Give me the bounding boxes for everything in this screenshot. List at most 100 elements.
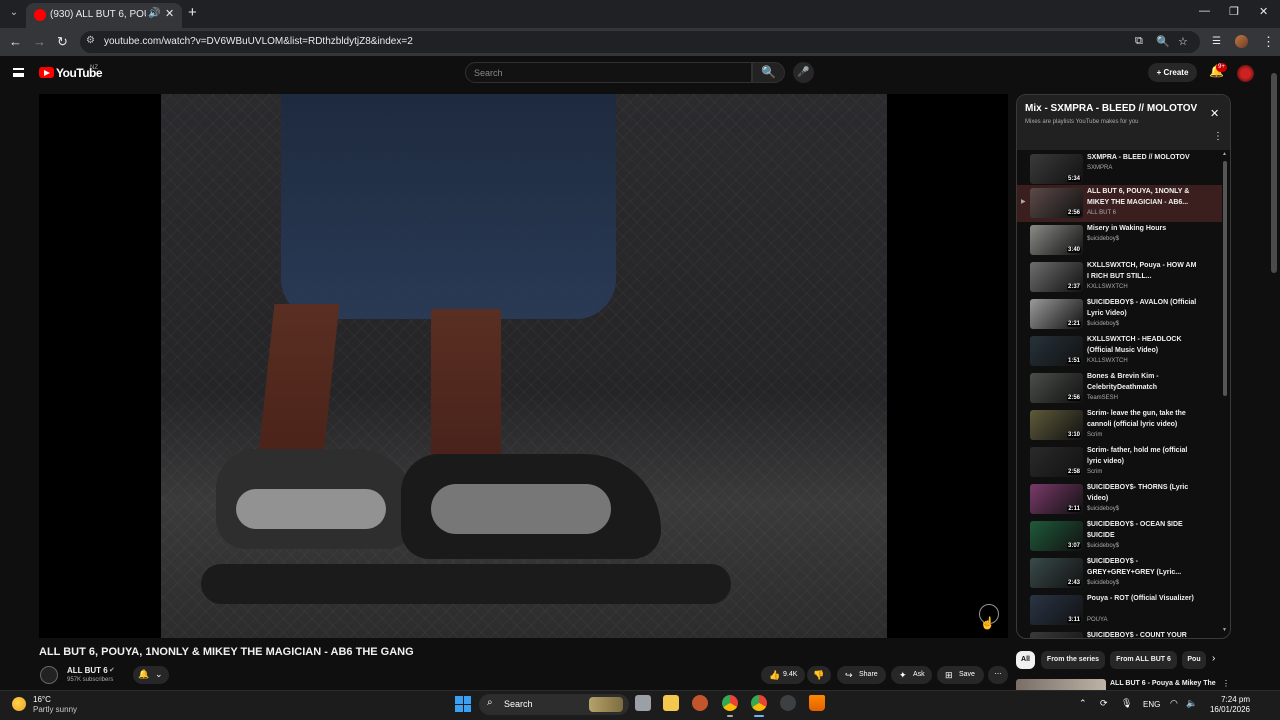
chip-from-channel[interactable]: From ALL BUT 6 [1110, 651, 1177, 669]
chrome-active-icon[interactable] [751, 695, 767, 711]
item-thumbnail[interactable]: 2:21 [1030, 299, 1083, 329]
scroll-down-icon[interactable]: ▼ [1222, 627, 1227, 633]
save-button[interactable]: ⊞ Save [937, 666, 984, 684]
profile-avatar[interactable] [1235, 35, 1248, 48]
clock-time[interactable]: 7:24 pm [1210, 695, 1250, 704]
new-tab-button[interactable]: + [188, 4, 197, 21]
channel-name[interactable]: ALL BUT 6 [67, 666, 108, 675]
mix-list-item[interactable]: ▶ 2:56 ALL BUT 6, POUYA, 1NONLY & MIKEY TH… [1017, 185, 1222, 222]
site-info-icon[interactable]: ⚙ [86, 35, 95, 46]
ask-button[interactable]: ✦ Ask [891, 666, 932, 684]
mix-scrollbar-thumb[interactable] [1223, 161, 1227, 396]
microphone-icon[interactable]: 🎙 [1121, 698, 1132, 709]
chrome-icon[interactable] [722, 695, 738, 711]
media-control-icon[interactable]: ☰ [1212, 36, 1221, 47]
windows-start-icon[interactable] [455, 696, 471, 712]
browser-tab[interactable]: (930) ALL BUT 6, POUYA, 1N 🔊 ✕ [26, 3, 182, 28]
mix-list-item[interactable]: 2:21 $UICIDEBOY$ - AVALON (Official Lyric… [1017, 296, 1222, 333]
item-thumbnail[interactable]: 5:34 [1030, 154, 1083, 184]
recommendation-title[interactable]: ALL BUT 6 - Pouya & Mikey The [1110, 680, 1216, 687]
dislike-button[interactable]: 👎 [807, 666, 831, 684]
mix-list-item[interactable]: 5:34 SXMPRA - BLEED // MOLOTOV SXMPRA [1017, 151, 1222, 188]
tray-overflow-icon[interactable]: ⌃ [1079, 698, 1087, 709]
task-view-icon[interactable] [635, 695, 651, 711]
search-input[interactable] [474, 66, 744, 80]
hamburger-menu-icon[interactable] [13, 68, 24, 77]
clock-date[interactable]: 16/01/2026 [1205, 705, 1250, 714]
mix-list-item[interactable]: 2:43 $UICIDEBOY$ - GREY+GREY+GREY (Lyric.… [1017, 555, 1222, 592]
item-thumbnail[interactable]: 3:10 [1030, 410, 1083, 440]
item-thumbnail[interactable]: 2:11 [1030, 484, 1083, 514]
item-thumbnail[interactable]: 2:56 [1030, 188, 1083, 218]
page-scrollbar[interactable] [1270, 61, 1278, 691]
chevron-right-icon[interactable]: › [1212, 653, 1215, 664]
mix-list-item[interactable]: 3:10 Scrim- leave the gun, take the canno… [1017, 407, 1222, 444]
chip-all[interactable]: All [1016, 651, 1035, 669]
mix-list-item[interactable]: 2:37 KXLLSWXTCH, Pouya - HOW AM I RICH BU… [1017, 259, 1222, 296]
mix-list-item[interactable]: 1:51 KXLLSWXTCH - HEADLOCK (Official Musi… [1017, 333, 1222, 370]
weather-description[interactable]: Partly sunny [33, 705, 77, 714]
mix-list-item[interactable]: 3:07 $UICIDEBOY$ - OCEAN $IDE $UICIDE $uic… [1017, 518, 1222, 555]
restore-button[interactable]: ❐ [1229, 5, 1239, 18]
mix-list-item[interactable]: 2:11 $UICIDEBOY$- THORNS (Lyric Video) $ui… [1017, 481, 1222, 518]
sync-icon[interactable]: ⟳ [1100, 698, 1108, 709]
weather-sun-icon[interactable] [12, 697, 26, 711]
item-thumbnail[interactable]: 3:11 [1030, 595, 1083, 625]
item-thumbnail[interactable] [1030, 632, 1083, 638]
subscription-bell-button[interactable]: 🔔 ⌄ [133, 666, 169, 684]
recommendation-menu-icon[interactable]: ⋮ [1222, 679, 1230, 688]
item-thumbnail[interactable]: 3:07 [1030, 521, 1083, 551]
mix-list-item[interactable]: 3:11 Pouya - ROT (Official Visualizer) POU… [1017, 592, 1222, 629]
app-icon[interactable] [692, 695, 708, 711]
address-bar[interactable]: ⚙ youtube.com/watch?v=DV6WBuUVLOM&list=R… [80, 31, 1200, 53]
mix-list-item[interactable]: 2:58 Scrim- father, hold me (official lyr… [1017, 444, 1222, 481]
reload-button[interactable]: ↻ [57, 34, 68, 50]
bookmark-star-icon[interactable]: ☆ [1178, 35, 1188, 48]
recommendation-thumbnail[interactable] [1016, 679, 1106, 690]
item-thumbnail[interactable]: 2:37 [1030, 262, 1083, 292]
file-explorer-icon[interactable] [663, 695, 679, 711]
vlc-icon[interactable] [809, 695, 825, 711]
more-actions-button[interactable]: ⋯ [988, 666, 1008, 684]
chip-from-series[interactable]: From the series [1041, 651, 1105, 669]
volume-icon[interactable]: 🔈 [1186, 698, 1197, 709]
minimize-button[interactable]: — [1199, 5, 1210, 17]
item-thumbnail[interactable]: 2:56 [1030, 373, 1083, 403]
youtube-logo-icon[interactable] [39, 67, 54, 78]
item-thumbnail[interactable]: 1:51 [1030, 336, 1083, 366]
page-scrollbar-thumb[interactable] [1271, 73, 1277, 273]
create-button[interactable]: + Create [1148, 63, 1197, 82]
share-button[interactable]: ↪ Share [837, 666, 886, 684]
forward-button[interactable]: → [33, 34, 46, 49]
taskbar-search[interactable]: ⌕ Search [479, 694, 629, 715]
mix-scrollbar[interactable]: ▲ ▼ [1222, 151, 1229, 638]
search-button[interactable]: 🔍 [752, 62, 785, 83]
tab-search-chevron-icon[interactable]: ⌄ [6, 5, 22, 21]
weather-temperature[interactable]: 16°C [33, 695, 51, 704]
tab-close-icon[interactable]: ✕ [165, 7, 174, 20]
like-button[interactable]: 👍 9.4K [761, 666, 805, 684]
wifi-icon[interactable]: ◠ [1170, 698, 1178, 709]
language-indicator[interactable]: ENG [1143, 700, 1160, 709]
video-player[interactable] [39, 94, 1008, 638]
mix-menu-icon[interactable]: ⋮ [1213, 131, 1223, 142]
browser-menu-icon[interactable]: ⋮ [1262, 34, 1275, 50]
cast-icon[interactable]: ⧉ [1135, 35, 1143, 48]
app-icon[interactable] [780, 695, 796, 711]
item-thumbnail[interactable]: 3:40 [1030, 225, 1083, 255]
mix-list-item[interactable]: $UICIDEBOY$ - COUNT YOUR [1017, 629, 1222, 638]
mix-title[interactable]: Mix - SXMPRA - BLEED // MOLOTOV [1025, 103, 1205, 114]
zoom-icon[interactable]: 🔍 [1156, 35, 1170, 48]
close-icon[interactable]: ✕ [1210, 107, 1219, 120]
voice-search-button[interactable]: 🎤 [793, 62, 814, 83]
window-close-button[interactable]: ✕ [1259, 5, 1268, 18]
mix-list-item[interactable]: 2:56 Bones & Brevin Kim - CelebrityDeathm… [1017, 370, 1222, 407]
item-thumbnail[interactable]: 2:43 [1030, 558, 1083, 588]
tab-audio-icon[interactable]: 🔊 [148, 8, 160, 19]
mix-list-item[interactable]: 3:40 Misery in Waking Hours $uicideboy$ [1017, 222, 1222, 259]
chip-pouya[interactable]: Pou [1182, 651, 1206, 669]
channel-avatar[interactable] [40, 666, 58, 684]
back-button[interactable]: ← [9, 34, 22, 49]
url-text[interactable]: youtube.com/watch?v=DV6WBuUVLOM&list=RDt… [104, 36, 413, 47]
account-avatar[interactable] [1237, 65, 1254, 82]
